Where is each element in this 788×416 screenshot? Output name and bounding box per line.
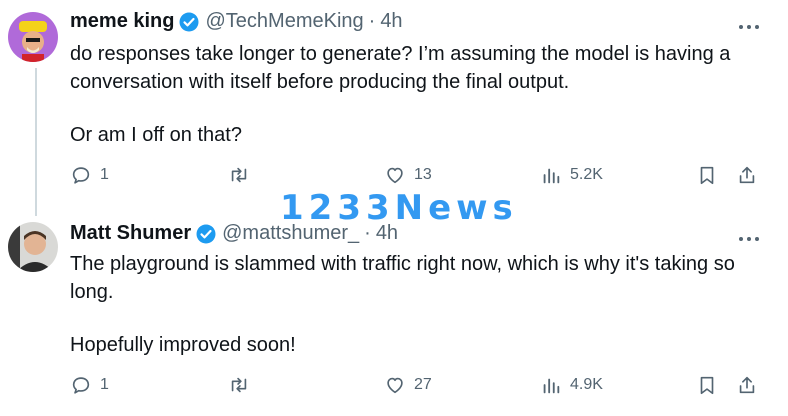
bookmark-button[interactable] (696, 164, 718, 186)
tweet-text: The playground is slammed with traffic r… (70, 250, 770, 359)
retweet-icon (231, 377, 247, 393)
like-count: 27 (414, 376, 432, 393)
view-count: 5.2K (570, 166, 603, 183)
tweet-paragraph: The playground is slammed with traffic r… (70, 253, 735, 303)
views-icon (543, 378, 560, 394)
views-button[interactable]: 4.9K (540, 374, 603, 396)
avatar[interactable] (8, 12, 58, 62)
like-icon (387, 377, 403, 394)
share-button[interactable] (736, 164, 758, 186)
user-handle[interactable]: @TechMemeKing (205, 10, 363, 33)
verified-badge-icon (179, 12, 199, 32)
verified-badge-icon (196, 224, 216, 244)
avatar[interactable] (8, 222, 58, 272)
tweet-header: meme king @TechMemeKing · 4h (70, 10, 403, 33)
retweet-button[interactable] (228, 164, 258, 186)
reply-count: 1 (100, 376, 109, 393)
watermark-text: 1233News (280, 188, 518, 228)
reply-count: 1 (100, 166, 109, 183)
display-name[interactable]: Matt Shumer (70, 222, 191, 245)
retweet-icon (231, 167, 247, 183)
retweet-button[interactable] (228, 374, 258, 396)
tweet-1[interactable]: meme king @TechMemeKing · 4h do response… (0, 0, 788, 210)
tweet-paragraph: Or am I off on that? (70, 124, 242, 146)
view-count: 4.9K (570, 376, 603, 393)
tweet-2[interactable]: Matt Shumer @mattshumer_ · 4h The playgr… (0, 210, 788, 416)
share-icon (739, 376, 755, 394)
display-name[interactable]: meme king (70, 10, 174, 33)
like-count: 13 (414, 166, 432, 183)
reply-icon (72, 167, 90, 184)
separator-dot: · (368, 10, 376, 32)
bookmark-icon (700, 376, 714, 395)
like-button[interactable]: 27 (384, 374, 432, 396)
bookmark-icon (700, 166, 714, 185)
reply-button[interactable]: 1 (70, 374, 109, 396)
share-icon (739, 166, 755, 184)
reply-button[interactable]: 1 (70, 164, 109, 186)
like-button[interactable]: 13 (384, 164, 432, 186)
more-icon[interactable] (737, 230, 761, 241)
tweet-paragraph: do responses take longer to generate? I’… (70, 43, 731, 93)
bookmark-button[interactable] (696, 374, 718, 396)
like-icon (387, 167, 403, 184)
tweet-paragraph: Hopefully improved soon! (70, 334, 296, 356)
more-icon[interactable] (737, 18, 761, 29)
tweet-text: do responses take longer to generate? I’… (70, 40, 770, 149)
reply-icon (72, 377, 90, 394)
share-button[interactable] (736, 374, 758, 396)
views-icon (543, 168, 560, 184)
views-button[interactable]: 5.2K (540, 164, 603, 186)
timestamp[interactable]: 4h (380, 10, 402, 33)
